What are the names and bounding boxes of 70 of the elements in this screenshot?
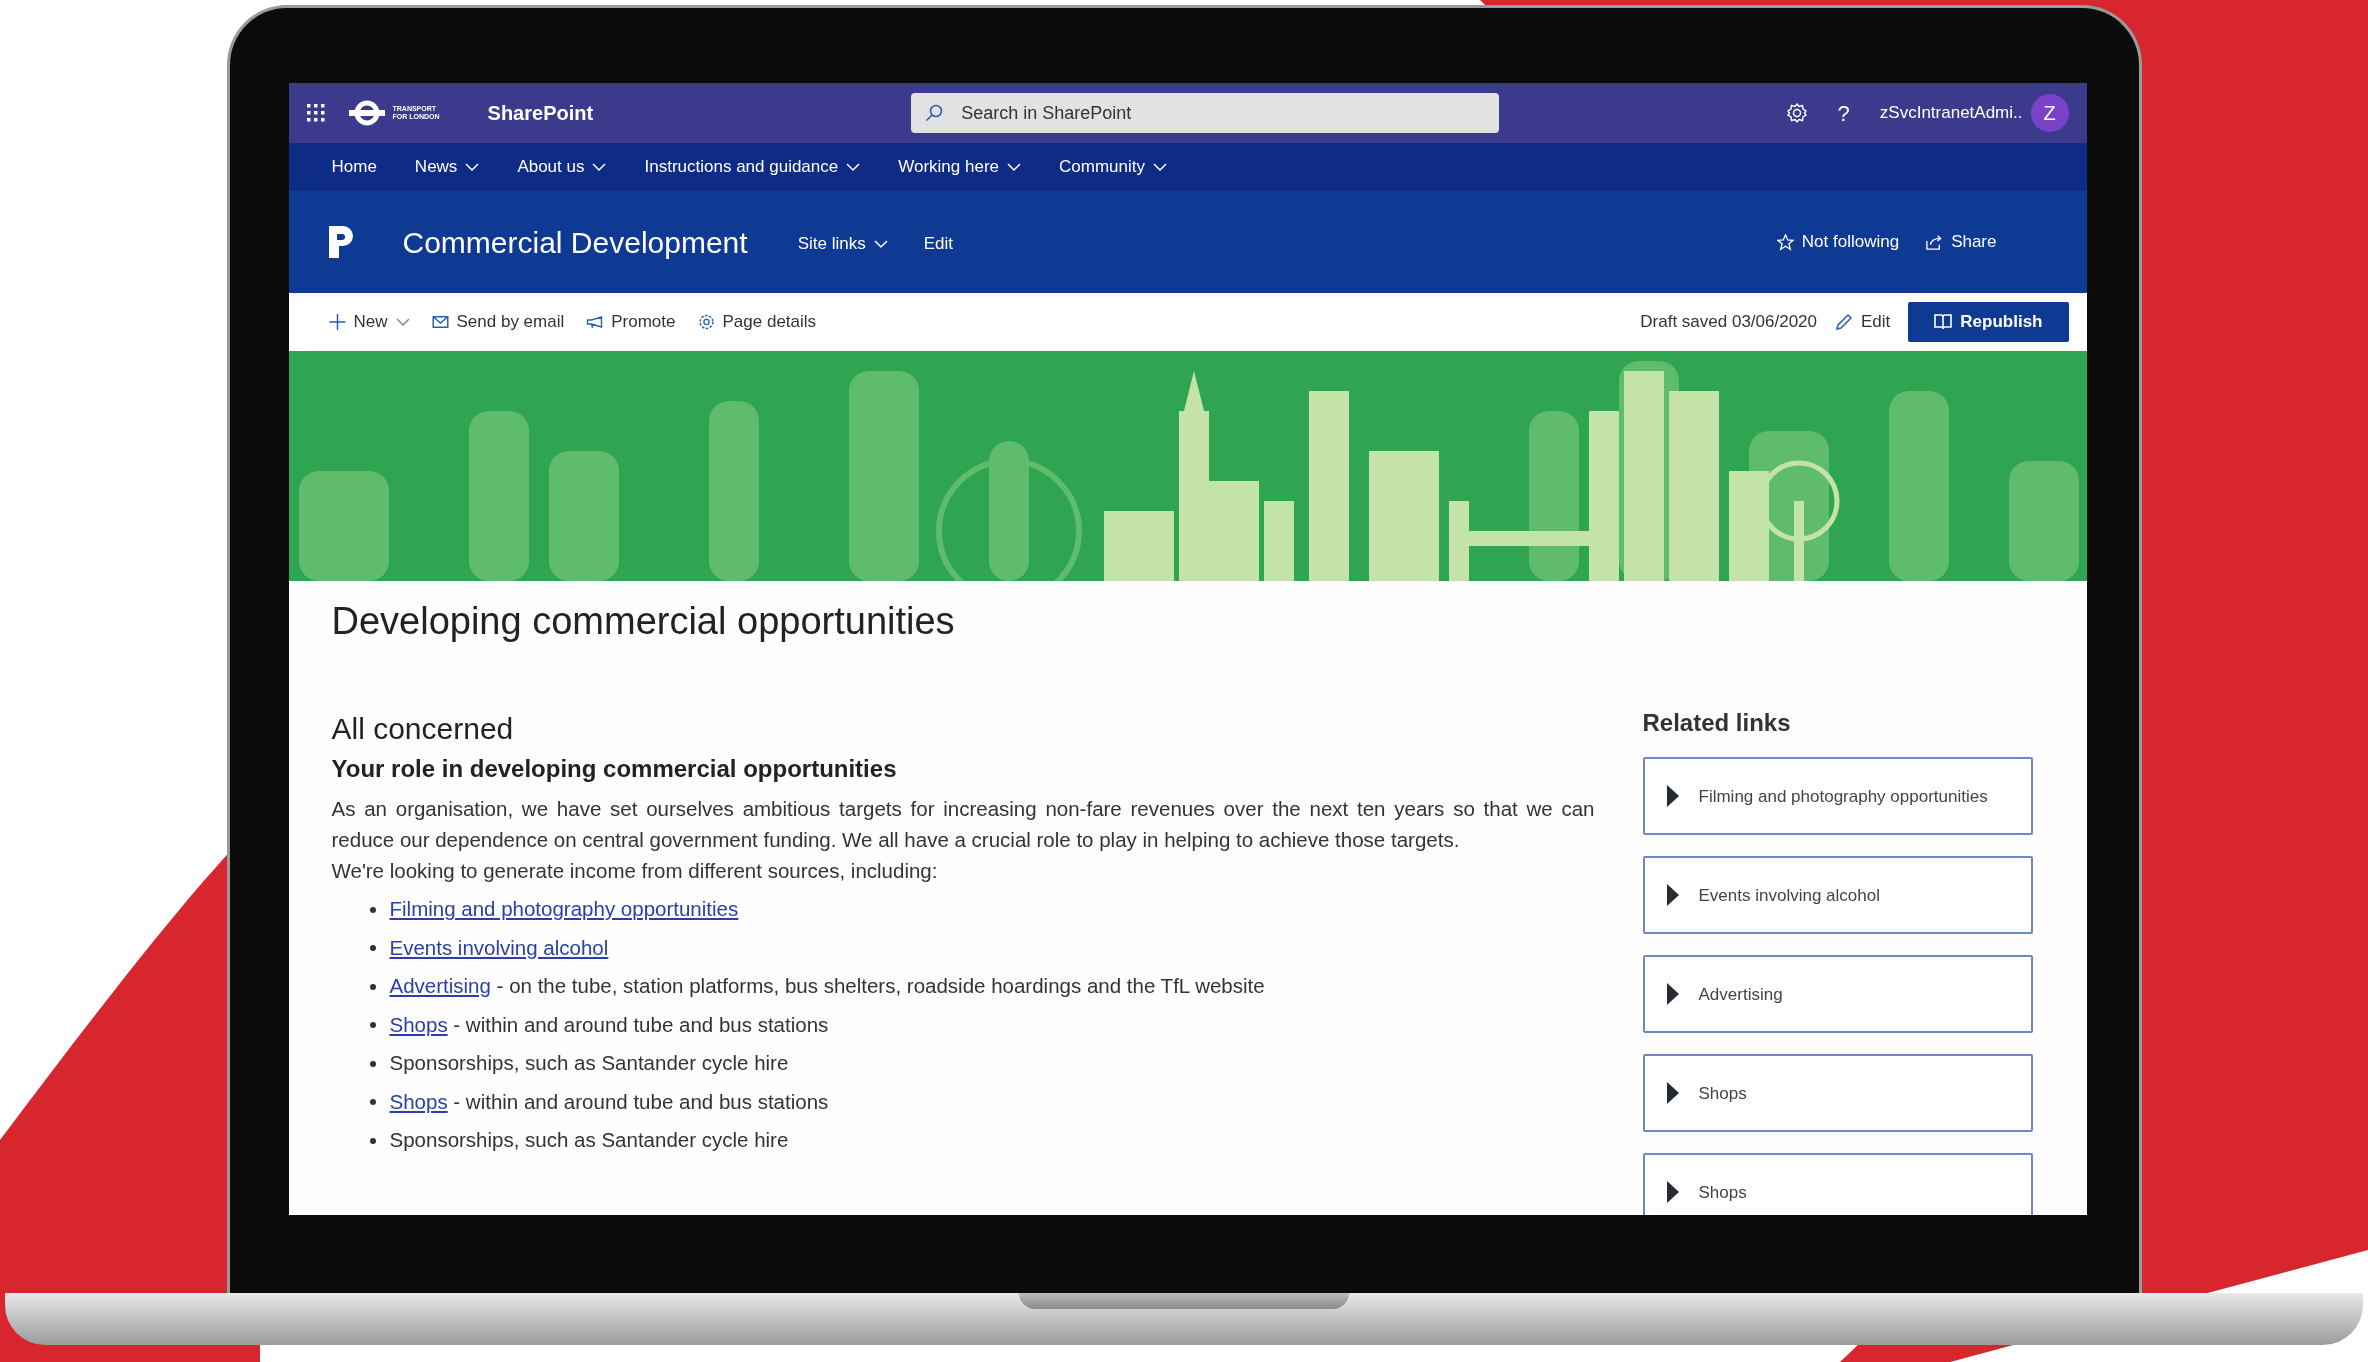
triangle-right-icon <box>1666 785 1679 808</box>
edit-button[interactable]: Edit <box>1835 309 1891 335</box>
bullet-icon <box>369 983 376 990</box>
triangle-right-icon <box>1666 884 1679 907</box>
republish-button[interactable]: Republish <box>1908 302 2069 342</box>
site-title[interactable]: Commercial Development <box>402 219 748 265</box>
command-button[interactable]: Page details <box>697 309 817 335</box>
paragraph: We're looking to generate income from different sources, including: <box>331 858 939 885</box>
star-icon <box>1776 233 1794 251</box>
user-name[interactable]: zSvcIntranetAdmi.. <box>1879 100 2023 126</box>
help-button[interactable]: ? <box>1837 96 1850 130</box>
share-button[interactable]: Share <box>1925 229 1997 255</box>
pencil-icon <box>1835 313 1854 331</box>
triangle-right-icon <box>1666 1181 1679 1204</box>
roundel-logo-icon <box>348 100 385 126</box>
bullet-icon <box>369 945 376 952</box>
nav-item[interactable]: Instructions and guidance <box>644 154 861 180</box>
search-field[interactable]: Search in SharePoint <box>911 93 1500 133</box>
command-button[interactable]: Send by email <box>431 309 565 335</box>
page-title: Developing commercial opportunities <box>331 599 956 644</box>
nav-item[interactable]: About us <box>517 154 607 180</box>
bullet-icon <box>369 1060 376 1067</box>
follow-button[interactable]: Not following <box>1776 229 1900 255</box>
triangle-right-icon <box>1666 983 1679 1006</box>
search-input[interactable]: Search in SharePoint <box>959 98 1486 128</box>
site-link[interactable]: Site links <box>797 231 888 257</box>
app-name[interactable]: SharePoint <box>487 98 594 128</box>
command-button[interactable]: New <box>328 309 410 335</box>
related-link-card[interactable]: Shops <box>1642 1153 2033 1215</box>
link[interactable]: Shops <box>389 1012 448 1036</box>
nav-item[interactable]: News <box>414 154 480 180</box>
list-item-text: Sponsorships, such as Santander cycle hire <box>389 1127 789 1154</box>
section-heading: All concerned <box>331 710 515 747</box>
plus-icon <box>328 314 346 330</box>
related-link-card[interactable]: Filming and photography opportunities <box>1642 757 2033 836</box>
settings-icon[interactable] <box>1785 102 1808 124</box>
command-button[interactable]: Promote <box>586 309 676 335</box>
bullet-icon <box>369 906 376 913</box>
share-icon <box>1925 234 1944 250</box>
list-item-text: Sponsorships, such as Santander cycle hire <box>389 1050 789 1077</box>
site-logo-icon <box>328 226 355 258</box>
megaphone-icon <box>586 314 604 330</box>
avatar[interactable]: Z <box>2030 94 2069 132</box>
bullet-icon <box>369 1099 376 1106</box>
link[interactable]: Filming and photography opportunities <box>389 897 739 921</box>
gear-icon <box>697 314 715 330</box>
link[interactable]: Events involving alcohol <box>389 935 609 959</box>
search-icon <box>925 104 944 122</box>
nav-item[interactable]: Working here <box>898 154 1022 180</box>
envelope-icon <box>431 314 449 330</box>
book-icon <box>1934 314 1953 330</box>
list-item-text: Advertising - on the tube, station platforms, bus shelters, roadside hoardings and the TfL website <box>389 973 1265 1000</box>
paragraph: As an organisation, we have set ourselves ambitious targets for increasing non-fare revenues over the next ten years so that we can reduce our dependence on central government funding. We all have a crucial role to play in helping to achieve those targets. <box>331 796 1595 854</box>
section-subheading: Your role in developing commercial opportunities <box>331 754 898 784</box>
nav-item[interactable]: Home <box>331 154 377 180</box>
related-link-card[interactable]: Events involving alcohol <box>1642 856 2033 935</box>
bullet-icon <box>369 1137 376 1144</box>
draft-status: Draft saved 03/06/2020 <box>1640 311 1818 334</box>
app-launcher-icon[interactable] <box>306 104 325 122</box>
related-link-card[interactable]: Shops <box>1642 1054 2033 1133</box>
bullet-icon <box>369 1022 376 1029</box>
triangle-right-icon <box>1666 1082 1679 1105</box>
related-link-card[interactable]: Advertising <box>1642 955 2033 1034</box>
list-item-text: Shops - within and around tube and bus stations <box>389 1088 829 1115</box>
site-link[interactable]: Edit <box>923 231 953 257</box>
list-item-text: Shops - within and around tube and bus stations <box>389 1011 829 1038</box>
link[interactable]: Shops <box>389 1089 448 1113</box>
nav-item[interactable]: Community <box>1059 154 1167 180</box>
link[interactable]: Advertising <box>389 974 491 998</box>
related-links-title: Related links <box>1642 708 1792 738</box>
